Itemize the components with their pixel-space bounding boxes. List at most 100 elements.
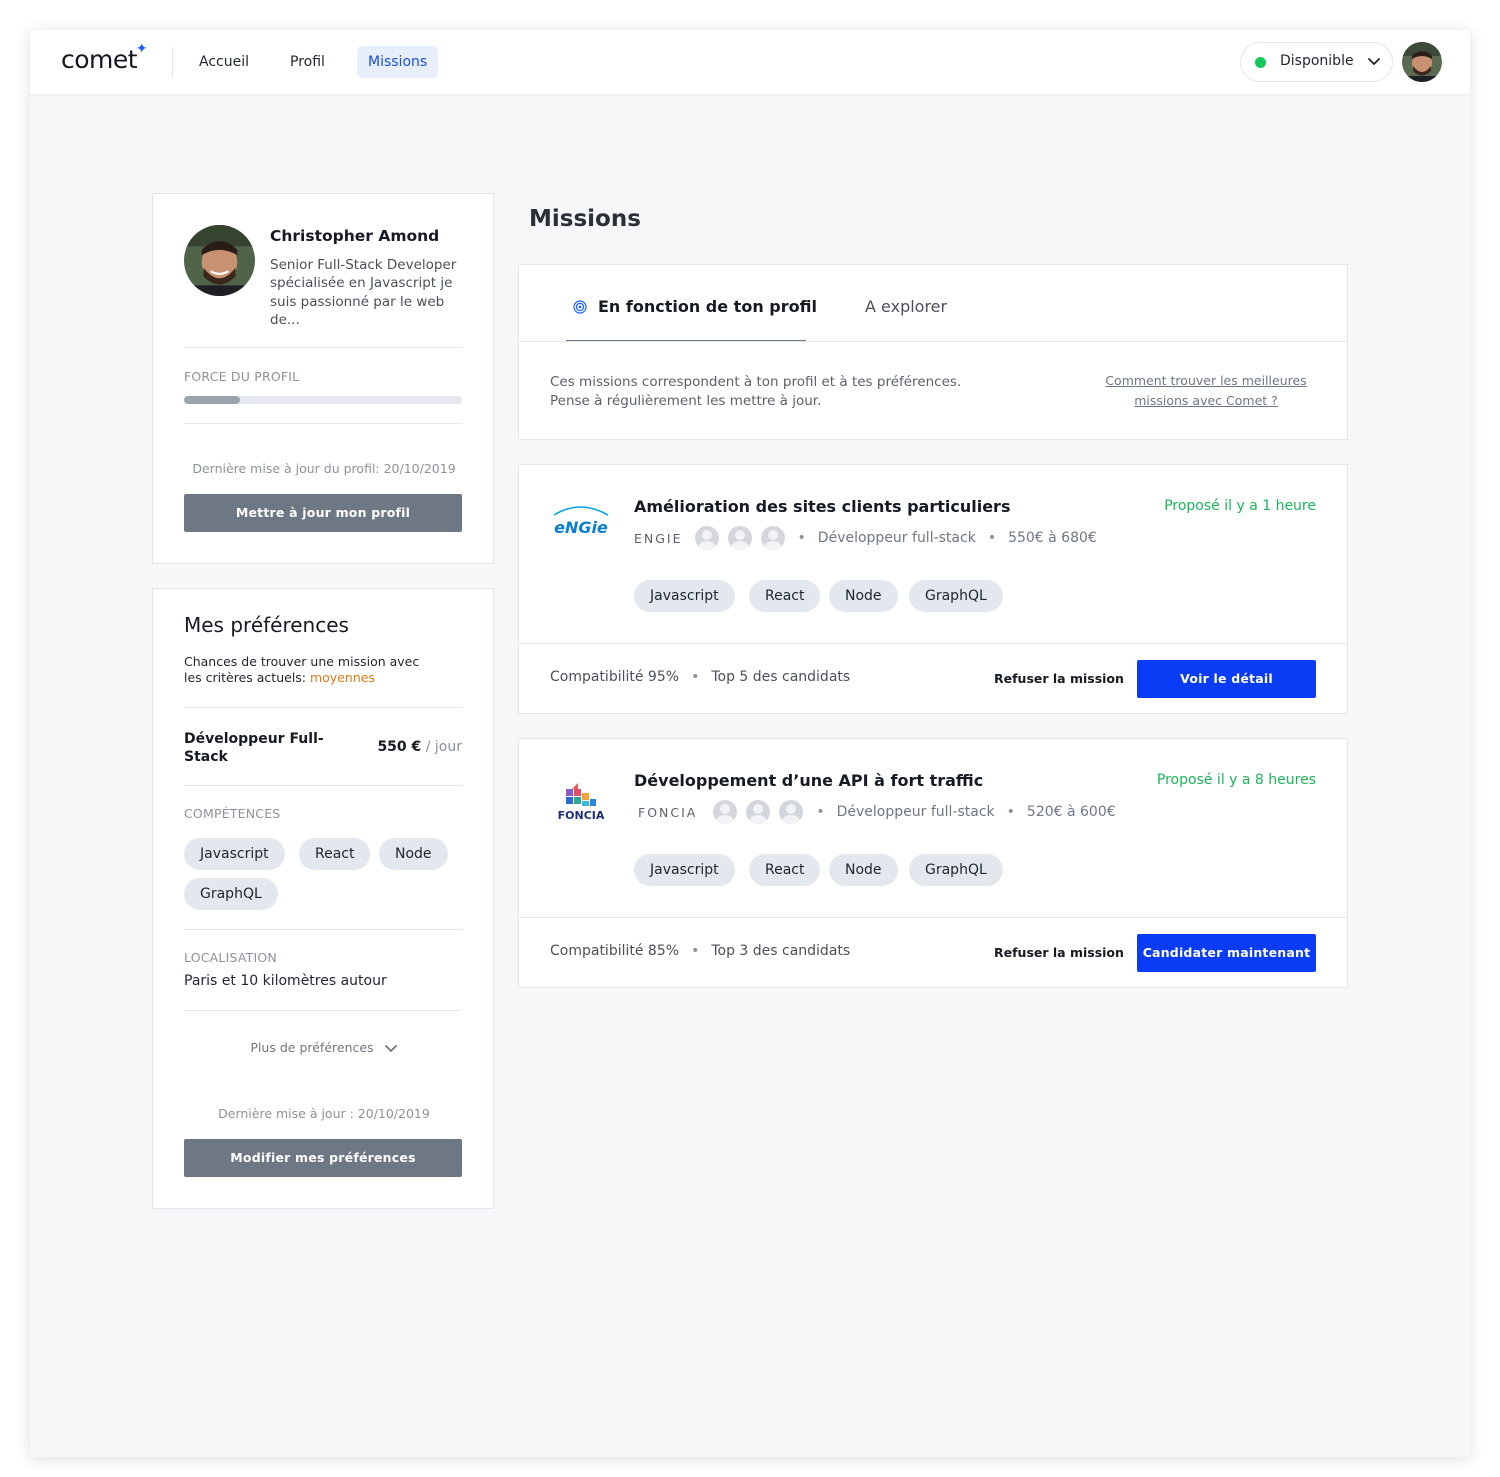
candidate-avatar-icon bbox=[746, 800, 771, 824]
more-preferences-label: Plus de préférences bbox=[250, 1040, 374, 1055]
chevron-down-icon bbox=[384, 1045, 397, 1052]
target-icon bbox=[573, 300, 587, 314]
mission-chances: Chances de trouver une mission avec les … bbox=[184, 654, 434, 686]
tab-profile-match[interactable]: En fonction de ton profil bbox=[598, 297, 817, 316]
skill-chip: Javascript bbox=[184, 838, 285, 870]
preferences-last-update: Dernière mise à jour : 20/10/2019 bbox=[218, 1106, 430, 1121]
refuse-mission-button[interactable]: Refuser la mission bbox=[994, 945, 1124, 960]
location-label: LOCALISATION bbox=[184, 950, 277, 965]
candidate-rank: Top 5 des candidats bbox=[711, 669, 851, 685]
update-profile-button[interactable]: Mettre à jour mon profil bbox=[184, 494, 462, 532]
divider bbox=[184, 347, 462, 348]
mission-compatibility: Compatibilité 85% • Top 3 des candidats bbox=[550, 943, 850, 959]
engie-logo-text: eNGie bbox=[554, 518, 608, 537]
mission-card: FONCIA Développement d’une API à fort tr… bbox=[518, 738, 1348, 988]
divider bbox=[184, 423, 462, 424]
preferences-card: Mes préférences Chances de trouver une m… bbox=[152, 588, 494, 1209]
skills-label: COMPÉTENCES bbox=[184, 806, 281, 821]
user-avatar-image bbox=[1402, 42, 1442, 82]
rate-unit: / jour bbox=[425, 739, 462, 755]
mission-card: eNGie Amélioration des sites clients par… bbox=[518, 464, 1348, 714]
mission-posted-time: Proposé il y a 1 heure bbox=[1164, 498, 1316, 514]
divider bbox=[184, 1010, 462, 1011]
divider bbox=[184, 929, 462, 930]
profile-card: Christopher Amond Senior Full-Stack Deve… bbox=[152, 193, 494, 564]
mission-posted-time: Proposé il y a 8 heures bbox=[1156, 772, 1316, 788]
nav-missions[interactable]: Missions bbox=[357, 46, 439, 78]
missions-description-line: Pense à régulièrement les mettre à jour. bbox=[550, 392, 822, 409]
divider bbox=[184, 785, 462, 786]
mission-meta: ENGIE • Développeur full-stack • 550€ à … bbox=[634, 525, 1097, 551]
mission-role: Développeur full-stack bbox=[817, 530, 976, 546]
preferences-title: Mes préférences bbox=[184, 613, 349, 637]
candidate-rank: Top 3 des candidats bbox=[711, 943, 851, 959]
mission-chances-level: moyennes bbox=[309, 670, 375, 685]
mission-title[interactable]: Développement d’une API à fort traffic bbox=[634, 771, 983, 790]
refuse-mission-button[interactable]: Refuser la mission bbox=[994, 671, 1124, 686]
profile-avatar-image bbox=[184, 225, 255, 296]
apply-now-button[interactable]: Candidater maintenant bbox=[1137, 934, 1316, 972]
candidate-avatar-icon bbox=[760, 526, 785, 550]
candidate-avatar-icon bbox=[713, 800, 738, 824]
mission-title[interactable]: Amélioration des sites clients particuli… bbox=[634, 497, 1010, 516]
profile-last-update: Dernière mise à jour du profil: 20/10/20… bbox=[192, 461, 456, 476]
company-name: ENGIE bbox=[634, 530, 683, 546]
location-value: Paris et 10 kilomètres autour bbox=[184, 973, 387, 989]
separator-dot: • bbox=[816, 804, 825, 820]
top-nav-bar: comet ✦ Accueil Profil Missions Disponibl… bbox=[30, 30, 1470, 94]
divider bbox=[519, 917, 1347, 918]
mission-rate: 520€ à 600€ bbox=[1026, 804, 1116, 820]
skill-chip: Javascript bbox=[634, 854, 735, 886]
profile-bio: Senior Full-Stack Developer spécialisée … bbox=[270, 257, 457, 328]
company-name: FONCIA bbox=[638, 804, 698, 820]
logo-text: comet bbox=[61, 45, 138, 74]
skill-chip: React bbox=[749, 854, 821, 886]
mission-rate: 550€ à 680€ bbox=[1008, 530, 1097, 546]
tab-explore[interactable]: A explorer bbox=[865, 297, 947, 316]
comet-logo[interactable]: comet ✦ bbox=[61, 41, 148, 74]
skill-chip: React bbox=[749, 580, 821, 612]
preferred-rate: 550 € / jour bbox=[377, 739, 462, 755]
chevron-down-icon bbox=[1368, 58, 1380, 65]
logo-star-icon: ✦ bbox=[135, 41, 148, 57]
separator-dot: • bbox=[987, 530, 997, 546]
separator-dot: • bbox=[797, 530, 806, 546]
divider bbox=[184, 707, 462, 708]
skill-chip: React bbox=[299, 838, 371, 870]
foncia-logo: FONCIA bbox=[558, 783, 605, 822]
status-dot-icon bbox=[1255, 57, 1266, 68]
profile-strength-label: FORCE DU PROFIL bbox=[184, 369, 300, 384]
separator-dot: • bbox=[1006, 804, 1015, 820]
rate-value: 550 € bbox=[377, 739, 422, 755]
missions-description: Ces missions correspondent à ton profil … bbox=[550, 373, 961, 410]
help-link[interactable]: Comment trouver les meilleures missions … bbox=[1099, 371, 1313, 411]
skill-chip: GraphQL bbox=[909, 580, 1003, 612]
preferred-role: Développeur Full-Stack bbox=[184, 731, 324, 765]
availability-dropdown[interactable]: Disponible bbox=[1240, 42, 1393, 82]
more-preferences-toggle[interactable]: Plus de préférences bbox=[153, 1040, 495, 1055]
missions-description-line: Ces missions correspondent à ton profil … bbox=[550, 374, 962, 390]
missions-tabs-card: En fonction de ton profil A explorer Ces… bbox=[518, 264, 1348, 440]
candidate-avatar-icon bbox=[727, 526, 752, 550]
mission-meta: FONCIA • Développeur full-stack • 520€ à… bbox=[638, 799, 1116, 825]
separator-dot: • bbox=[691, 943, 700, 959]
user-avatar[interactable] bbox=[1402, 42, 1442, 82]
candidate-avatar-icon bbox=[694, 526, 719, 550]
compatibility-value: Compatibilité 95% bbox=[550, 669, 680, 685]
skill-chip: Node bbox=[379, 838, 448, 870]
nav-profil[interactable]: Profil bbox=[279, 46, 336, 78]
availability-label: Disponible bbox=[1280, 53, 1354, 69]
profile-name: Christopher Amond bbox=[270, 227, 440, 245]
missions-title: Missions bbox=[529, 206, 641, 232]
mission-chances-text: Chances de trouver une mission avec les … bbox=[184, 654, 420, 685]
skill-chip: Javascript bbox=[634, 580, 735, 612]
mission-role: Développeur full-stack bbox=[836, 804, 995, 820]
mission-compatibility: Compatibilité 95% • Top 5 des candidats bbox=[550, 669, 850, 685]
edit-preferences-button[interactable]: Modifier mes préférences bbox=[184, 1139, 462, 1177]
view-details-button[interactable]: Voir le détail bbox=[1137, 660, 1316, 698]
divider bbox=[519, 643, 1347, 644]
candidate-avatar-icon bbox=[779, 800, 804, 824]
divider bbox=[519, 341, 1347, 342]
profile-strength-fill bbox=[184, 396, 240, 404]
nav-accueil[interactable]: Accueil bbox=[188, 46, 260, 78]
